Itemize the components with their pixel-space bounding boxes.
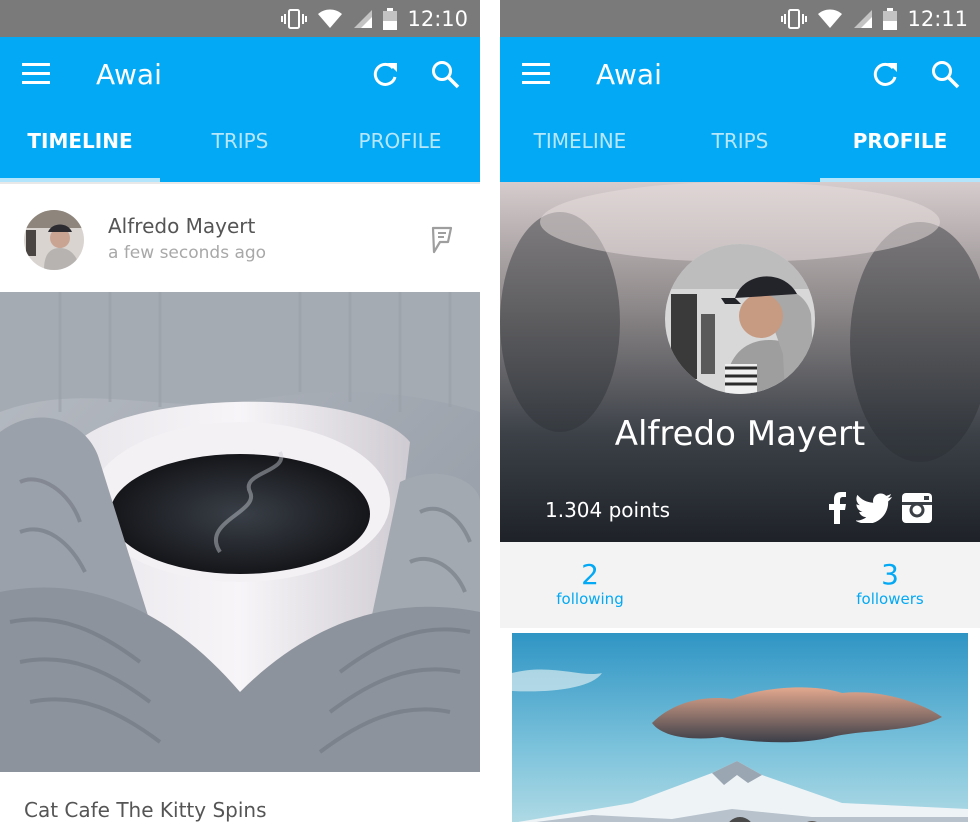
tab-trips[interactable]: TRIPS (660, 121, 820, 182)
followers-count: 3 (881, 558, 899, 591)
points-count: 1.304 points (545, 498, 671, 522)
app-title: Awai (96, 58, 162, 91)
instagram-icon[interactable] (902, 493, 932, 523)
signal-icon (853, 9, 873, 29)
post-caption: Cat Cafe The Kitty Spins (24, 798, 267, 822)
post-photo[interactable] (0, 292, 480, 772)
social-links (828, 492, 932, 524)
menu-icon[interactable] (22, 61, 52, 87)
tab-profile[interactable]: PROFILE (320, 121, 480, 182)
battery-icon (383, 7, 398, 30)
timeline-screen: 12:10 Awai TIMELINE TRIPS PROFILE Alfred… (0, 0, 480, 822)
app-bar: Awai TIMELINE TRIPS PROFILE (0, 37, 480, 182)
wifi-icon (817, 9, 843, 29)
tab-bar: TIMELINE TRIPS PROFILE (0, 121, 480, 182)
search-icon[interactable] (930, 59, 960, 89)
signal-icon (353, 9, 373, 29)
status-time: 12:10 (407, 6, 468, 31)
wifi-icon (317, 9, 343, 29)
post-timestamp: a few seconds ago (108, 243, 267, 263)
following-count: 2 (581, 558, 599, 591)
follow-stats: 2 following 3 followers (500, 542, 980, 628)
battery-icon (883, 7, 898, 30)
tab-bar: TIMELINE TRIPS PROFILE (500, 121, 980, 182)
avatar[interactable] (665, 244, 815, 394)
tab-trips[interactable]: TRIPS (160, 121, 320, 182)
trip-card-photo[interactable] (512, 633, 968, 822)
twitter-icon[interactable] (856, 493, 892, 523)
app-bar: Awai TIMELINE TRIPS PROFILE (500, 37, 980, 182)
status-time: 12:11 (907, 6, 968, 31)
following-label: following (556, 590, 624, 608)
foursquare-icon (430, 226, 454, 254)
search-icon[interactable] (430, 59, 460, 89)
post-header[interactable]: Alfredo Mayert a few seconds ago (0, 182, 480, 292)
tab-timeline[interactable]: TIMELINE (500, 121, 660, 182)
tab-timeline[interactable]: TIMELINE (0, 121, 160, 182)
refresh-icon[interactable] (370, 59, 400, 89)
vibrate-icon (781, 8, 808, 29)
facebook-icon[interactable] (828, 492, 846, 524)
vibrate-icon (281, 8, 308, 29)
profile-name: Alfredo Mayert (614, 414, 866, 454)
tab-profile[interactable]: PROFILE (820, 121, 980, 182)
profile-header: Alfredo Mayert 1.304 points (500, 182, 980, 542)
app-title: Awai (596, 58, 662, 91)
post-author[interactable]: Alfredo Mayert (108, 214, 255, 238)
followers-label: followers (856, 590, 924, 608)
menu-icon[interactable] (522, 61, 552, 87)
status-bar: 12:11 (500, 0, 980, 37)
avatar[interactable] (24, 210, 84, 270)
refresh-icon[interactable] (870, 59, 900, 89)
followers-stat[interactable]: 3 followers (820, 558, 960, 609)
status-bar: 12:10 (0, 0, 480, 37)
following-stat[interactable]: 2 following (520, 558, 660, 609)
profile-screen: 12:11 Awai TIMELINE TRIPS PROFILE Alfred… (500, 0, 980, 822)
